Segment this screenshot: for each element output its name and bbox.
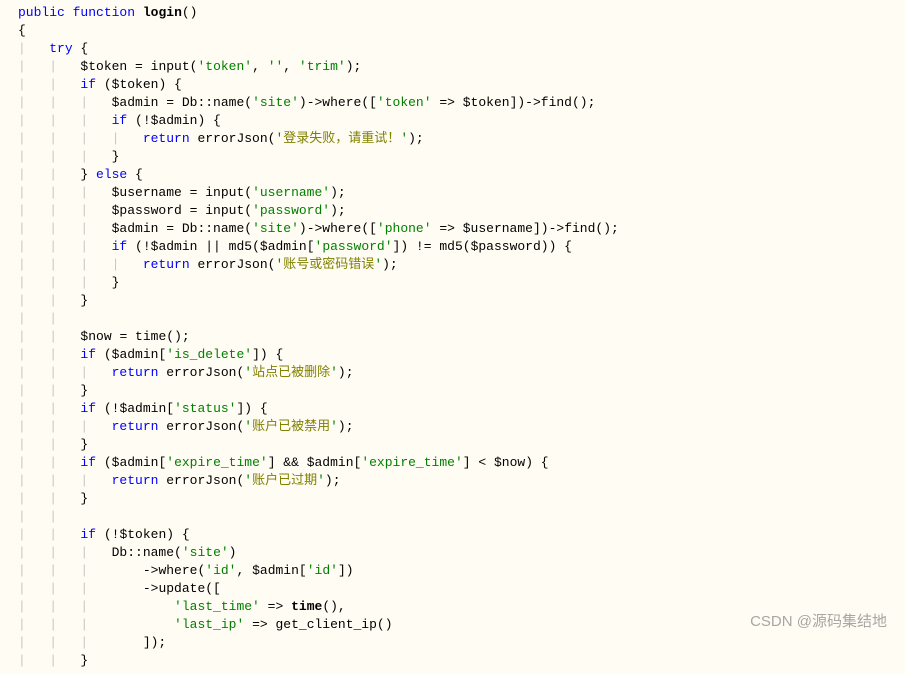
str-trim: 'trim' bbox=[299, 59, 346, 74]
function-name-login: login bbox=[143, 5, 182, 20]
keyword-public: public bbox=[18, 5, 65, 20]
keyword-function: function bbox=[73, 5, 135, 20]
str-token: 'token' bbox=[197, 59, 252, 74]
msg-acct-ban: 账户已被禁用 bbox=[252, 419, 330, 434]
call-input: input bbox=[151, 59, 190, 74]
msg-login-fail: 登录失败，请重试！ bbox=[283, 131, 400, 146]
var-username: $username bbox=[112, 185, 182, 200]
msg-acct-exp: 账户已过期 bbox=[252, 473, 317, 488]
var-now: $now bbox=[80, 329, 111, 344]
msg-cred-err: 账号或密码错误 bbox=[283, 257, 374, 272]
var-token: $token bbox=[80, 59, 127, 74]
keyword-else: else bbox=[96, 167, 127, 182]
var-password: $password bbox=[112, 203, 182, 218]
code-block: public function login() { | try { | | $t… bbox=[0, 0, 905, 674]
var-admin: $admin bbox=[112, 95, 159, 110]
keyword-if: if bbox=[80, 77, 96, 92]
msg-site-del: 站点已被删除 bbox=[252, 365, 330, 380]
str-empty: '' bbox=[268, 59, 284, 74]
keyword-try: try bbox=[49, 41, 72, 56]
keyword-return: return bbox=[143, 131, 190, 146]
